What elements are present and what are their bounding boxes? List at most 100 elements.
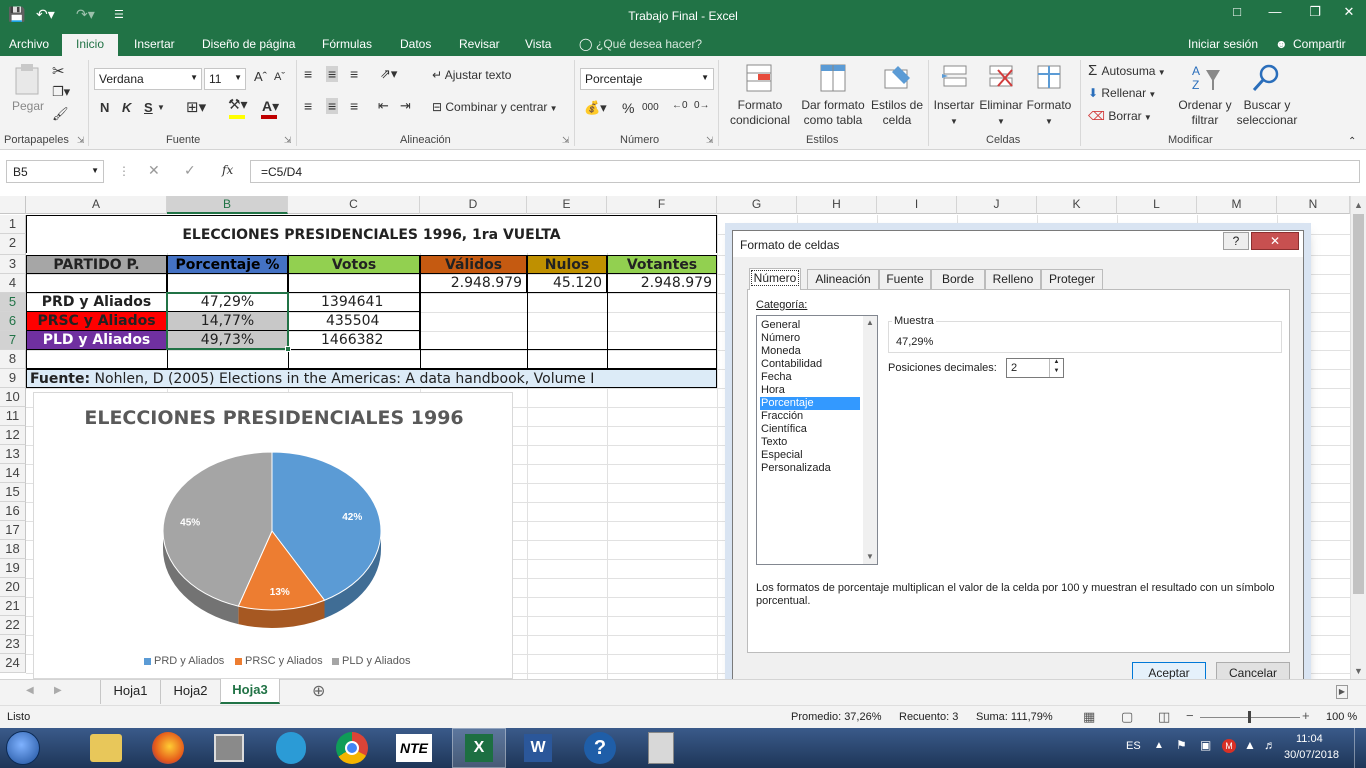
row-header-13[interactable]: 13 [0, 445, 26, 464]
delete-cells-icon[interactable] [986, 62, 1016, 94]
font-size-select[interactable]: 11 ▼ [204, 68, 246, 90]
gmail-icon[interactable]: M [1222, 739, 1236, 753]
category-item[interactable]: Moneda [760, 345, 860, 358]
dialog-tab-fuente[interactable]: Fuente [879, 269, 931, 289]
tab-archivo[interactable]: Archivo [9, 37, 49, 51]
party-name[interactable]: PRSC y Aliados [26, 312, 167, 331]
cancel-entry-icon[interactable]: ✕ [148, 162, 160, 179]
scroll-down-icon[interactable]: ▼ [1354, 666, 1363, 676]
italic-button[interactable]: K [122, 100, 131, 115]
help-app-icon[interactable]: ? [584, 732, 616, 764]
row-header-6[interactable]: 6 [0, 312, 26, 331]
row-header-5[interactable]: 5 [0, 293, 26, 312]
share-button[interactable]: Compartir [1293, 37, 1346, 51]
help-button[interactable]: ? [1223, 232, 1249, 250]
party-name[interactable]: PLD y Aliados [26, 331, 167, 350]
sort-filter-button[interactable]: Ordenar y filtrar [1176, 98, 1234, 128]
normal-view-icon[interactable]: ▦ [1083, 709, 1095, 725]
column-header-c[interactable]: C [288, 196, 420, 214]
name-box[interactable]: B5 ▼ [6, 160, 104, 183]
format-as-table-icon[interactable] [818, 62, 850, 94]
battery-icon[interactable]: ▣ [1200, 738, 1211, 752]
sheet-tab[interactable]: Hoja1 [100, 680, 160, 704]
row-header-7[interactable]: 7 [0, 331, 26, 350]
format-as-table-button[interactable]: Dar formato como tabla [798, 98, 868, 128]
thousands-button[interactable]: 000 [642, 102, 659, 113]
insert-cells-icon[interactable] [940, 62, 970, 94]
next-sheet-icon[interactable]: ▶ [54, 685, 62, 696]
header-porcentaje[interactable]: Porcentaje % [167, 255, 288, 274]
page-break-icon[interactable]: ◫ [1158, 709, 1170, 725]
scroll-up-icon[interactable]: ▲ [1354, 200, 1363, 210]
category-item[interactable]: Fecha [760, 371, 860, 384]
copy-icon[interactable]: ❐▾ [52, 84, 70, 100]
column-header-d[interactable]: D [420, 196, 527, 214]
tab-insertar[interactable]: Insertar [134, 37, 175, 51]
column-header-i[interactable]: I [877, 196, 957, 214]
row-header-14[interactable]: 14 [0, 464, 26, 483]
row-header-3[interactable]: 3 [0, 255, 26, 274]
column-header-n[interactable]: N [1277, 196, 1350, 214]
formula-input[interactable]: =C5/D4 [250, 160, 1360, 183]
header-nulos[interactable]: Nulos [527, 255, 607, 274]
fill-handle[interactable] [285, 346, 291, 352]
delete-button[interactable]: Eliminar ▼ [976, 98, 1026, 129]
decrease-indent-icon[interactable]: ⇤ [378, 98, 389, 114]
align-middle-icon[interactable]: ≡ [326, 66, 339, 82]
header-validos[interactable]: Válidos [420, 255, 527, 274]
row-header-18[interactable]: 18 [0, 540, 26, 559]
party-name[interactable]: PRD y Aliados [26, 293, 167, 312]
format-cells-icon[interactable] [1034, 62, 1064, 94]
firefox-icon[interactable] [152, 732, 184, 764]
currency-icon[interactable]: 💰▾ [584, 100, 607, 116]
source-cell[interactable]: Fuente: Nohlen, D (2005) Elections in th… [26, 369, 717, 388]
column-header-k[interactable]: K [1037, 196, 1117, 214]
language-indicator[interactable]: ES [1126, 740, 1141, 752]
file-explorer-icon[interactable] [90, 734, 122, 762]
zoom-thumb[interactable] [1248, 711, 1251, 723]
launcher-icon[interactable]: ⇲ [77, 135, 85, 146]
collapse-ribbon-icon[interactable]: ⌃ [1348, 136, 1356, 147]
sort-filter-icon[interactable]: AZ [1190, 62, 1222, 94]
tray-arrow-icon[interactable]: ▲ [1154, 740, 1164, 751]
tab-vista[interactable]: Vista [525, 37, 551, 51]
percent-button[interactable]: % [622, 100, 634, 116]
align-center-icon[interactable]: ≡ [326, 98, 339, 114]
paste-icon[interactable] [12, 62, 46, 96]
underline-dropdown-icon[interactable]: ▼ [157, 103, 165, 112]
launcher-icon[interactable]: ⇲ [706, 135, 714, 146]
party-votes[interactable]: 435504 [288, 312, 420, 331]
column-header-l[interactable]: L [1117, 196, 1197, 214]
number-format-select[interactable]: Porcentaje ▼ [580, 68, 714, 90]
launcher-icon[interactable]: ⇲ [562, 135, 570, 146]
insert-function-icon[interactable]: fx [222, 163, 233, 177]
row-header-17[interactable]: 17 [0, 521, 26, 540]
grow-font-icon[interactable]: Aˆ [254, 69, 267, 84]
ribbon-options-icon[interactable]: □ [1222, 4, 1252, 26]
row-header-23[interactable]: 23 [0, 635, 26, 654]
column-header-b[interactable]: B [167, 196, 288, 214]
row-header-22[interactable]: 22 [0, 616, 26, 635]
calculator-icon[interactable] [648, 732, 674, 764]
row-header-24[interactable]: 24 [0, 654, 26, 673]
category-item[interactable]: Especial [760, 449, 860, 462]
row-header-8[interactable]: 8 [0, 350, 26, 369]
category-item[interactable]: Contabilidad [760, 358, 860, 371]
spin-down-icon[interactable]: ▼ [1049, 368, 1063, 377]
clock-time[interactable]: 11:04 [1296, 733, 1323, 745]
align-bottom-icon[interactable]: ≡ [350, 66, 358, 82]
header-votantes[interactable]: Votantes [607, 255, 717, 274]
conditional-format-button[interactable]: Formato condicional [722, 98, 798, 128]
tab-inicio[interactable]: Inicio [62, 34, 119, 56]
clock-date[interactable]: 30/07/2018 [1284, 749, 1339, 761]
paste-button[interactable]: Pegar [12, 99, 44, 113]
borders-icon[interactable]: ⊞▾ [186, 98, 206, 116]
word-icon[interactable]: W [524, 734, 552, 762]
zoom-out-icon[interactable]: − [1186, 708, 1194, 723]
list-scroll-down-icon[interactable]: ▼ [866, 552, 874, 561]
dialog-tab-relleno[interactable]: Relleno [985, 269, 1041, 289]
fill-color-icon[interactable]: ⚒▾ [228, 96, 248, 113]
category-item[interactable]: General [760, 319, 860, 332]
column-header-f[interactable]: F [607, 196, 717, 214]
cell-c4[interactable] [288, 274, 420, 293]
